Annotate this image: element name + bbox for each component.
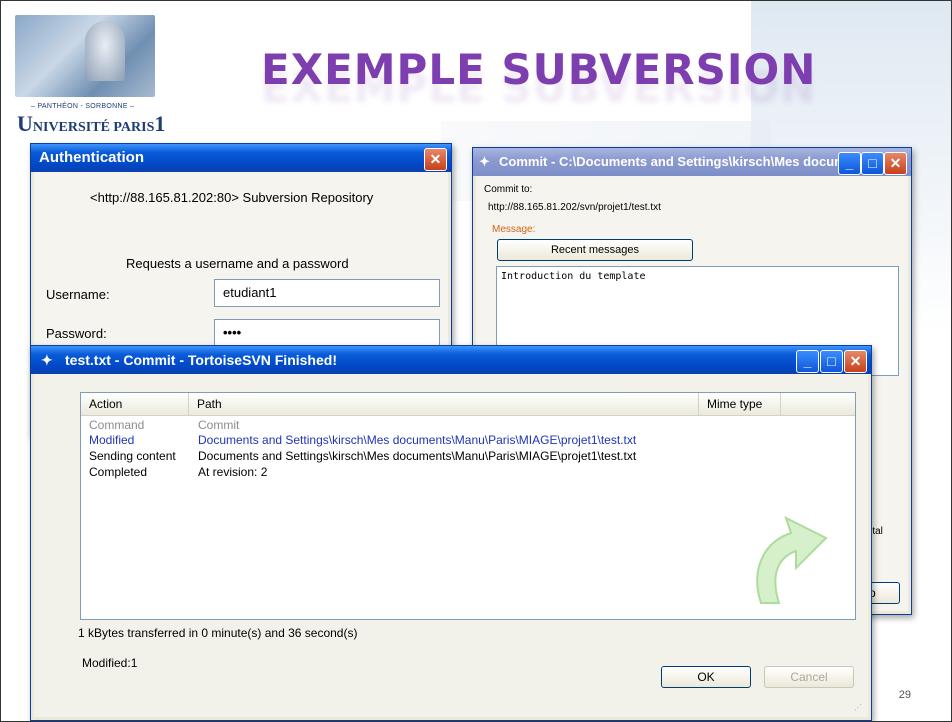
ok-button[interactable]: OK bbox=[661, 666, 751, 688]
cancel-button[interactable]: Cancel bbox=[764, 666, 854, 688]
transfer-status: 1 kBytes transferred in 0 minute(s) and … bbox=[78, 626, 358, 640]
column-action[interactable]: Action bbox=[81, 393, 189, 415]
message-text: Introduction du template bbox=[501, 271, 646, 282]
finished-body: Action Path Mime type Command Commit Mod… bbox=[34, 374, 868, 717]
tortoise-icon: ✦ bbox=[479, 154, 490, 169]
list-header: Action Path Mime type bbox=[81, 393, 855, 416]
slide: – PANTHÉON - SORBONNE – UNIVERSITÉ PARIS… bbox=[0, 0, 952, 722]
column-path[interactable]: Path bbox=[189, 393, 699, 415]
commit-window-title: Commit - C:\Documents and Settings\kirsc… bbox=[499, 154, 857, 169]
commit-to-url: http://88.165.81.202/svn/projet1/test.tx… bbox=[488, 202, 661, 213]
username-label: Username: bbox=[46, 287, 110, 302]
logo-image bbox=[15, 15, 155, 97]
maximize-button[interactable]: □ bbox=[861, 152, 884, 175]
commit-to-label: Commit to: bbox=[484, 184, 533, 195]
actions-list[interactable]: Action Path Mime type Command Commit Mod… bbox=[80, 392, 856, 620]
username-field[interactable]: etudiant1 bbox=[214, 279, 440, 307]
authentication-close-button[interactable]: ✕ bbox=[424, 148, 447, 171]
credentials-prompt: Requests a username and a password bbox=[126, 256, 349, 271]
finished-titlebar[interactable]: ✦ test.txt - Commit - TortoiseSVN Finish… bbox=[31, 346, 871, 374]
resize-grip-icon[interactable]: ⋰ bbox=[854, 703, 864, 713]
row-action: Completed bbox=[89, 465, 148, 479]
row-action: Sending content bbox=[89, 449, 176, 463]
slide-title: EXEMPLE SUBVERSION bbox=[261, 45, 817, 94]
row-path: Documents and Settings\kirsch\Mes docume… bbox=[198, 449, 637, 463]
message-label: Message: bbox=[492, 224, 536, 235]
commit-arrow-icon bbox=[756, 516, 828, 604]
recent-messages-button[interactable]: Recent messages bbox=[497, 239, 693, 261]
authentication-titlebar[interactable]: Authentication bbox=[31, 144, 451, 172]
authentication-title: Authentication bbox=[39, 149, 144, 166]
finished-dialog[interactable]: ✦ test.txt - Commit - TortoiseSVN Finish… bbox=[30, 345, 872, 721]
repository-realm: <http://88.165.81.202:80> Subversion Rep… bbox=[90, 190, 374, 205]
password-field[interactable]: •••• bbox=[214, 319, 440, 347]
logo-text: UNIVERSITÉ PARIS1 bbox=[17, 111, 166, 136]
finished-title: test.txt - Commit - TortoiseSVN Finished… bbox=[65, 352, 337, 368]
row-action: Modified bbox=[89, 433, 135, 447]
row-path: At revision: 2 bbox=[198, 465, 268, 479]
slide-number: 29 bbox=[898, 689, 911, 701]
minimize-button[interactable]: _ bbox=[838, 152, 861, 175]
commit-summary: Modified:1 bbox=[82, 656, 138, 670]
row-path: Documents and Settings\kirsch\Mes docume… bbox=[198, 433, 637, 447]
tortoise-icon: ✦ bbox=[41, 352, 53, 368]
maximize-button[interactable]: □ bbox=[820, 350, 843, 373]
close-button[interactable]: ✕ bbox=[844, 350, 867, 373]
university-logo: – PANTHÉON - SORBONNE – UNIVERSITÉ PARIS… bbox=[15, 15, 165, 136]
minimize-button[interactable]: _ bbox=[796, 350, 819, 373]
password-label: Password: bbox=[46, 326, 107, 341]
column-mime-type[interactable]: Mime type bbox=[699, 393, 781, 415]
close-button[interactable]: ✕ bbox=[884, 152, 907, 175]
logo-subtitle: – PANTHÉON - SORBONNE – bbox=[31, 103, 135, 110]
